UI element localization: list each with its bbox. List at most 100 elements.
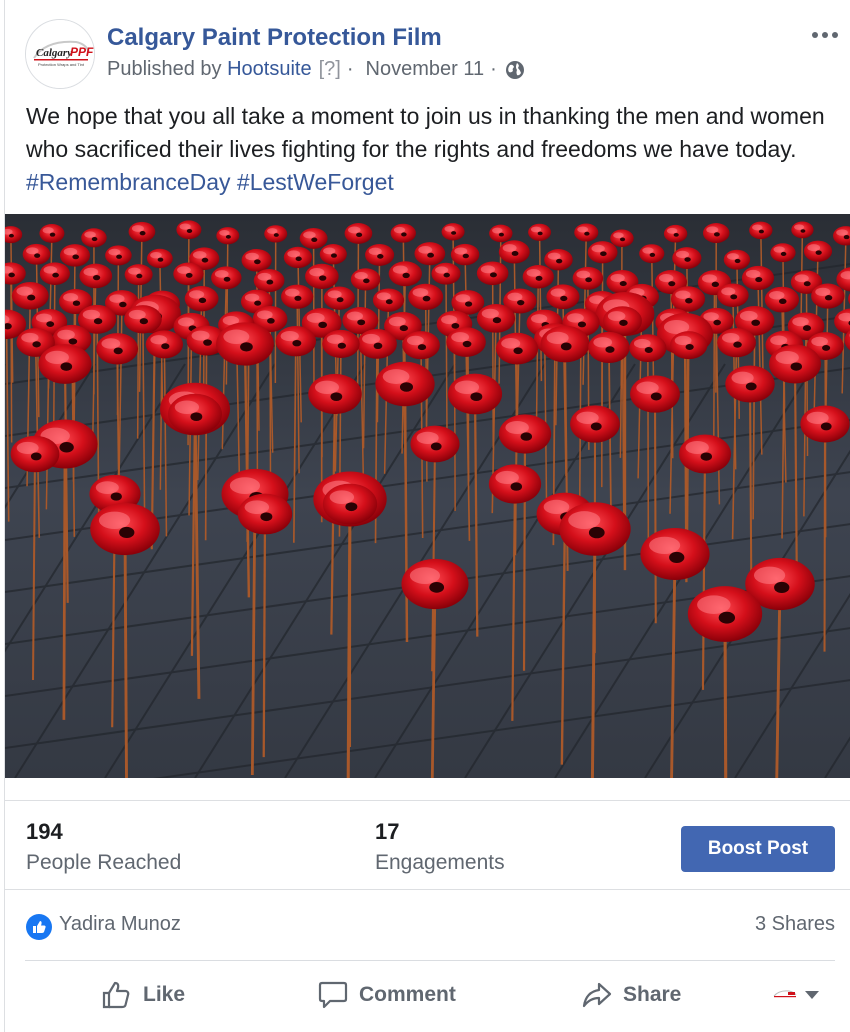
poppy-flower [79,263,113,289]
people-reached-label: People Reached [26,851,182,874]
poppy-flower [299,227,328,249]
page-name-link[interactable]: Calgary Paint Protection Film [107,24,442,52]
poppy-flower [610,229,634,248]
poppy-flower [281,284,314,309]
poppy-flower [96,333,139,365]
hashtag-link[interactable]: #RemembranceDay [26,169,231,195]
poppy-flower [365,244,395,266]
poppy-flower [431,262,461,285]
thumbs-up-icon [102,981,130,1009]
poppy-flower [211,266,242,290]
globe-icon[interactable] [505,60,525,80]
more-options-icon[interactable] [809,20,841,50]
poppy-flower [375,361,435,407]
poppy-flower [572,266,604,290]
hashtag-link[interactable]: #LestWeForget [237,169,394,195]
like-reaction-icon[interactable] [26,914,52,940]
post-body-text: We hope that you all take a moment to jo… [26,103,825,162]
poppy-flower [401,558,469,610]
poppy-flower [540,325,590,363]
poppy-flower [476,261,509,286]
poppy-flower [603,306,642,336]
post-header: Calgary PPF Protection Wraps and Tint Ca… [5,0,850,100]
poppy-flower [39,262,70,285]
poppy-flower [587,241,618,264]
post-actions: Like Comment Share [5,961,850,1032]
boost-post-button[interactable]: Boost Post [681,826,835,872]
poppy-flower [498,240,530,264]
like-label: Like [143,983,186,1006]
poppy-flower [749,221,773,240]
publisher-help-link[interactable]: [?] [319,58,341,81]
poppy-flower [145,330,184,359]
poppy-flower [702,223,730,243]
poppy-flower [176,220,202,240]
poppy-flower [388,261,422,287]
comment-button[interactable]: Comment [317,975,456,1015]
poppy-flower [800,405,850,443]
reactor-name-link[interactable]: Yadira Munoz [59,913,181,936]
share-icon [582,982,612,1008]
poppy-stem [653,393,657,624]
poppy-flower [679,434,731,474]
poppy-flower [408,283,444,310]
poppy-flower [283,246,313,269]
poppy-flower [717,283,749,308]
page-avatar[interactable]: Calgary PPF Protection Wraps and Tint [25,19,95,89]
engagements-label: Engagements [375,851,505,874]
poppy-flower [544,249,573,271]
poppies-image [5,214,850,778]
poppy-flower [305,263,339,289]
page-avatar-small [771,987,799,1003]
poppy-flower [639,244,665,264]
poppy-stem [10,273,13,443]
poppy-flower [308,373,362,415]
poppy-flower [489,224,513,243]
poppy-flower [410,425,460,463]
poppy-flower [241,248,272,272]
meta-separator: · [346,58,354,80]
poppy-flower [441,223,465,241]
audience-selector[interactable] [771,987,819,1003]
shares-count-link[interactable]: 3 Shares [755,913,835,936]
poppy-flower [168,393,222,435]
poppy-flower [574,223,599,242]
poppy-flower [372,288,405,312]
poppy-flower [128,221,156,242]
poppy-flower [723,249,751,270]
poppy-flower [764,286,800,313]
engagements-count: 17 [375,819,400,844]
published-by-label: Published by [107,58,222,80]
meta-separator: · [490,58,497,80]
chevron-down-icon[interactable] [805,991,819,999]
poppy-flower [10,435,60,473]
poppy-flower [522,265,554,289]
poppy-flower [124,264,153,286]
post-date-link[interactable]: November 11 [366,58,485,81]
poppy-flower [350,268,381,291]
poppy-flower [146,248,173,269]
poppy-flower [414,242,446,266]
poppy-flower [22,243,51,265]
like-button[interactable]: Like [101,975,185,1015]
poppy-flower [670,286,706,312]
poppy-flower [725,365,775,403]
svg-text:Protection Wraps and Tint: Protection Wraps and Tint [38,62,85,67]
poppy-flower [38,344,92,384]
publisher-link[interactable]: Hootsuite [227,58,312,81]
poppy-flower [559,502,631,556]
poppy-flower [791,221,814,239]
poppy-flower [105,245,132,266]
poppy-flower [39,224,65,243]
poppy-flower [640,528,710,580]
poppy-flower [663,224,688,243]
poppy-flower [446,327,486,357]
poppy-flower [357,328,397,359]
poppy-flower [670,331,708,360]
poppy-flower [488,464,542,504]
share-button[interactable]: Share [581,975,681,1015]
poppy-flower [237,493,293,535]
poppy-flower [450,243,480,266]
poppy-flower [124,305,162,334]
post-photo[interactable] [5,214,850,778]
